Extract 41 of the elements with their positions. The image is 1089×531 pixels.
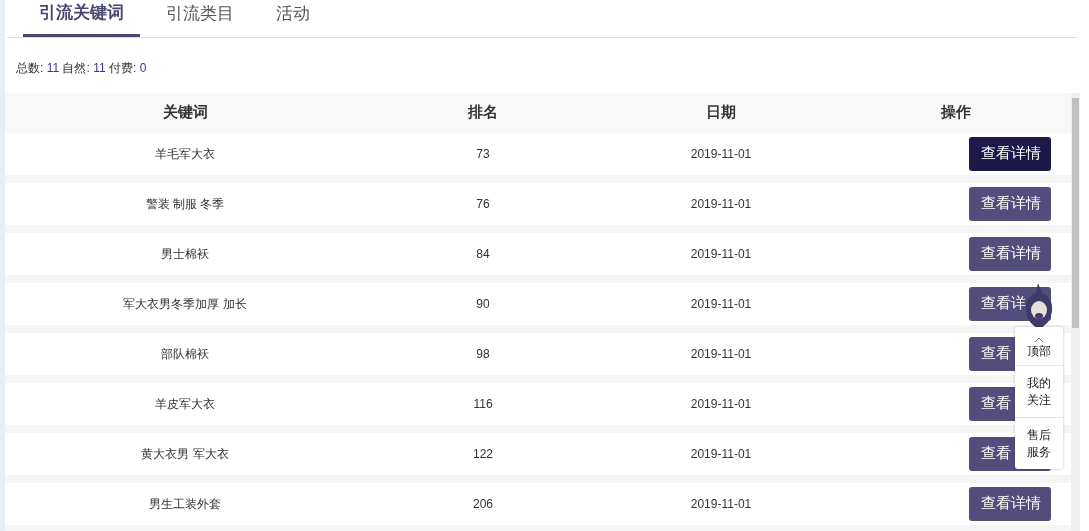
animal-head-icon[interactable] bbox=[1024, 283, 1054, 329]
column-header: 日期 bbox=[706, 102, 736, 123]
table-cell-text: 206 bbox=[473, 495, 493, 513]
table-cell-text: 2019-11-01 bbox=[690, 245, 752, 263]
table-cell-text: 羊毛军大衣 bbox=[155, 145, 215, 163]
view-details-button[interactable]: 查看详情 bbox=[969, 486, 1051, 521]
chevron-up-icon bbox=[1034, 336, 1044, 343]
table-cell-text: 2019-11-01 bbox=[690, 195, 752, 213]
table-cell-text: 73 bbox=[476, 145, 490, 163]
view-details-button[interactable]: 查看详情 bbox=[969, 236, 1051, 271]
table-cell-text: 84 bbox=[476, 245, 490, 263]
tab[interactable]: 活动 bbox=[260, 1, 326, 37]
table-cell-text: 2019-11-01 bbox=[690, 445, 752, 463]
column-header: 操作 bbox=[941, 102, 971, 123]
table-cell-text: 警装 制服 冬季 bbox=[145, 195, 225, 213]
table-cell-text: 76 bbox=[476, 195, 490, 213]
summary-text: 总数: 11 自然: 11 付费: 0 bbox=[16, 59, 148, 77]
table-cell-text: 2019-11-01 bbox=[690, 345, 752, 363]
column-header: 排名 bbox=[468, 102, 498, 123]
menu-item[interactable]: 我的关注 bbox=[1015, 365, 1063, 417]
tab[interactable]: 引流关键词 bbox=[23, 0, 140, 37]
table-cell-text: 2019-11-01 bbox=[690, 145, 752, 163]
table-cell-text: 男士棉袄 bbox=[161, 245, 209, 263]
table-cell-text: 122 bbox=[473, 445, 493, 463]
table-cell-text: 2019-11-01 bbox=[690, 495, 752, 513]
table-cell-text: 黄大衣男 军大衣 bbox=[141, 445, 229, 463]
view-details-button[interactable]: 查看详情 bbox=[969, 136, 1051, 171]
table-cell-text: 2019-11-01 bbox=[690, 295, 752, 313]
table-cell-text: 116 bbox=[473, 395, 493, 413]
tab[interactable]: 引流类目 bbox=[150, 1, 250, 37]
table-cell-text: 军大衣男冬季加厚 加长 bbox=[123, 295, 247, 313]
table-cell-text: 部队棉袄 bbox=[161, 345, 209, 363]
column-header: 关键词 bbox=[162, 102, 208, 123]
table-cell-text: 2019-11-01 bbox=[690, 395, 752, 413]
view-details-button[interactable]: 查看详情 bbox=[969, 186, 1051, 221]
scrollbar[interactable] bbox=[1071, 92, 1080, 531]
menu-item[interactable]: 售后服务 bbox=[1015, 417, 1063, 469]
table-cell-text: 男生工装外套 bbox=[149, 495, 221, 513]
table-cell-text: 羊皮军大衣 bbox=[155, 395, 215, 413]
table-cell-text: 90 bbox=[476, 295, 490, 313]
table-cell-text: 98 bbox=[476, 345, 490, 363]
